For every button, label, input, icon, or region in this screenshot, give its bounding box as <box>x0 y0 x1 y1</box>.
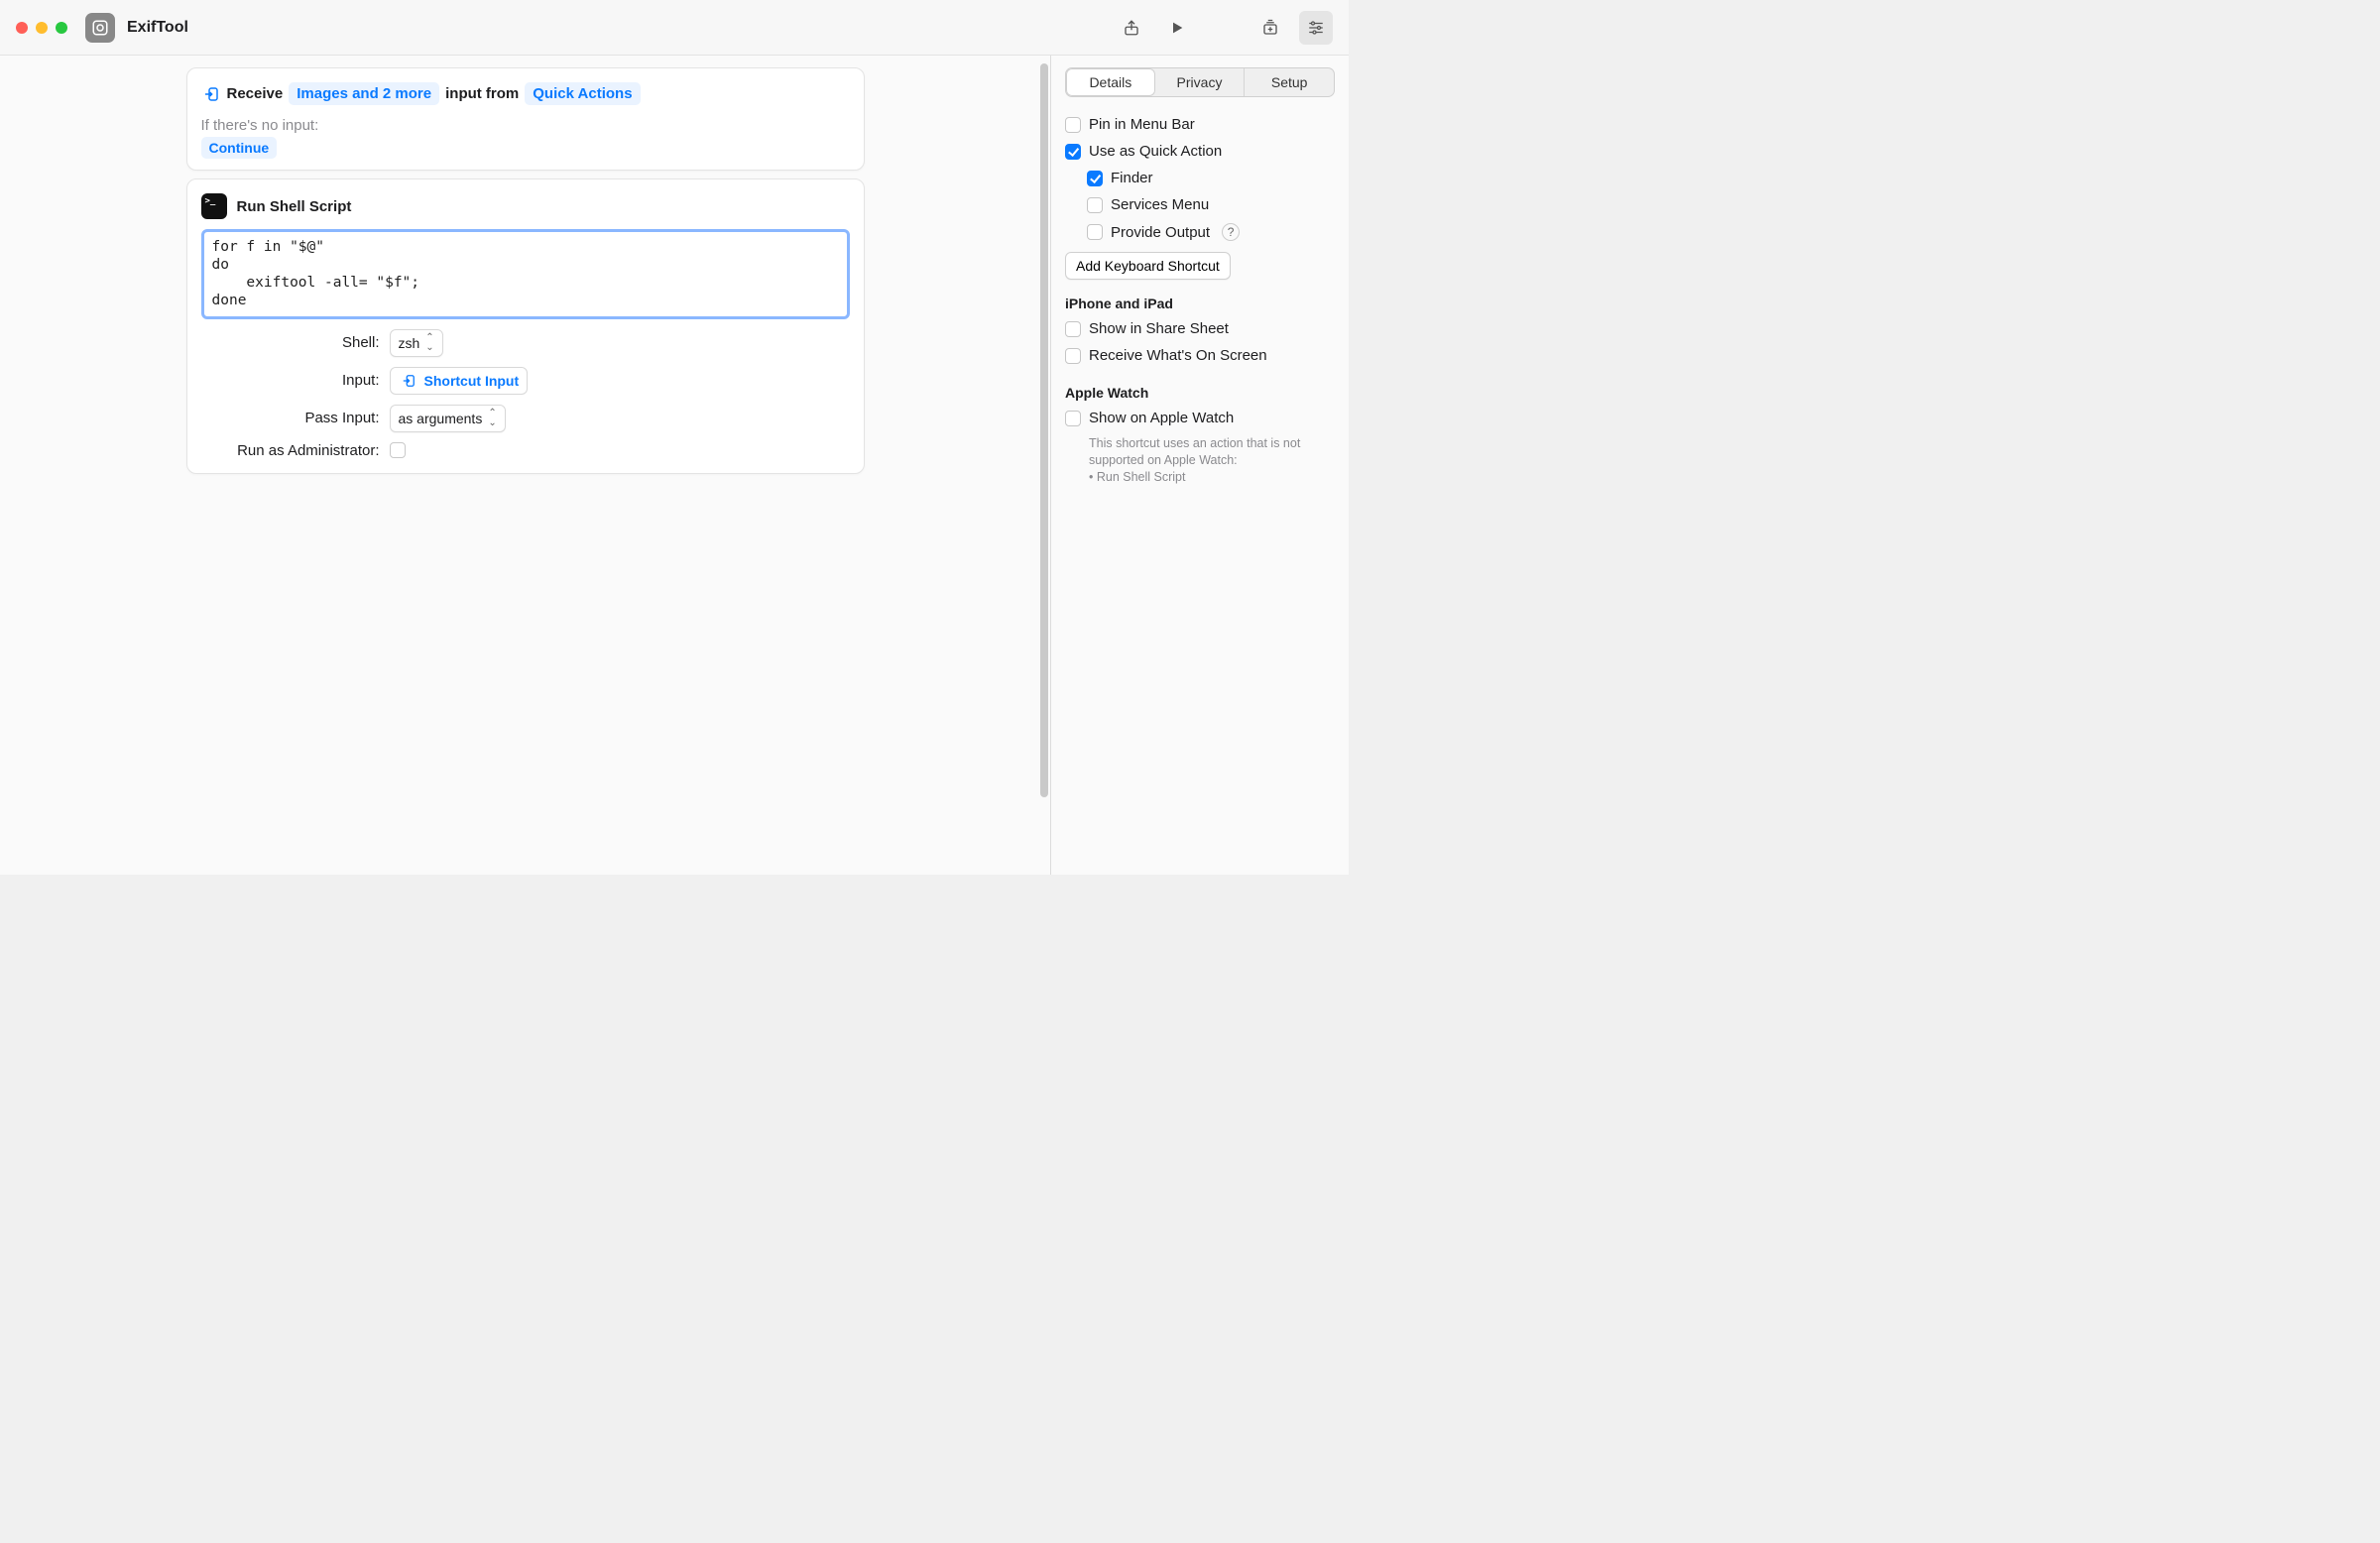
provide-output-checkbox[interactable] <box>1087 224 1103 240</box>
share-sheet-checkbox[interactable] <box>1065 321 1081 337</box>
section-iphone-ipad: iPhone and iPad <box>1065 296 1335 311</box>
watch-checkbox[interactable] <box>1065 411 1081 426</box>
help-icon[interactable]: ? <box>1222 223 1240 241</box>
input-label: Input: <box>201 372 380 389</box>
window-toolbar: ExifTool <box>0 0 1349 56</box>
no-input-action-token[interactable]: Continue <box>201 137 278 159</box>
watch-unsupported-note: This shortcut uses an action that is not… <box>1065 435 1335 486</box>
section-apple-watch: Apple Watch <box>1065 385 1335 401</box>
pin-menubar-checkbox[interactable] <box>1065 117 1081 133</box>
input-icon <box>399 371 418 391</box>
onscreen-label: Receive What's On Screen <box>1089 347 1267 364</box>
admin-label: Run as Administrator: <box>201 442 380 459</box>
services-label: Services Menu <box>1111 196 1209 213</box>
traffic-lights <box>16 22 67 34</box>
inspector-toggle-button[interactable] <box>1299 11 1333 45</box>
close-window-button[interactable] <box>16 22 28 34</box>
input-variable-token[interactable]: Shortcut Input <box>390 367 529 395</box>
minimize-window-button[interactable] <box>36 22 48 34</box>
pin-menubar-label: Pin in Menu Bar <box>1089 116 1195 133</box>
finder-label: Finder <box>1111 170 1153 186</box>
receive-source-token[interactable]: Quick Actions <box>525 82 640 105</box>
finder-checkbox[interactable] <box>1087 171 1103 186</box>
chevron-updown-icon: ⌃⌄ <box>488 409 496 428</box>
receive-input-card[interactable]: Receive Images and 2 more input from Qui… <box>186 67 865 171</box>
canvas-scrollbar[interactable] <box>1040 63 1048 797</box>
share-sheet-label: Show in Share Sheet <box>1089 320 1229 337</box>
window-title: ExifTool <box>127 19 188 37</box>
share-button[interactable] <box>1115 11 1148 45</box>
admin-checkbox[interactable] <box>390 442 406 458</box>
onscreen-checkbox[interactable] <box>1065 348 1081 364</box>
tab-privacy[interactable]: Privacy <box>1155 68 1245 96</box>
watch-label: Show on Apple Watch <box>1089 410 1234 426</box>
inspector-tabs: Details Privacy Setup <box>1065 67 1335 97</box>
input-value: Shortcut Input <box>424 373 520 389</box>
workflow-canvas[interactable]: Receive Images and 2 more input from Qui… <box>0 56 1051 875</box>
input-icon <box>201 84 221 104</box>
action-title: Run Shell Script <box>237 198 352 215</box>
run-shell-script-card[interactable]: Run Shell Script for f in "$@" do exifto… <box>186 178 865 474</box>
tab-details[interactable]: Details <box>1066 68 1155 96</box>
inspector-panel: Details Privacy Setup Pin in Menu Bar Us… <box>1051 56 1349 875</box>
shell-select[interactable]: zsh ⌃⌄ <box>390 329 443 357</box>
library-button[interactable] <box>1253 11 1287 45</box>
terminal-icon <box>201 193 227 219</box>
run-button[interactable] <box>1160 11 1194 45</box>
script-textarea[interactable]: for f in "$@" do exiftool -all= "$f"; do… <box>201 229 850 319</box>
shell-value: zsh <box>399 335 420 351</box>
zoom-window-button[interactable] <box>56 22 67 34</box>
add-keyboard-shortcut-button[interactable]: Add Keyboard Shortcut <box>1065 252 1231 280</box>
quick-action-checkbox[interactable] <box>1065 144 1081 160</box>
services-checkbox[interactable] <box>1087 197 1103 213</box>
pass-input-label: Pass Input: <box>201 410 380 426</box>
shortcut-icon <box>85 13 115 43</box>
input-from-label: input from <box>445 85 519 102</box>
no-input-label: If there's no input: <box>201 113 850 140</box>
pass-input-value: as arguments <box>399 411 483 426</box>
provide-output-label: Provide Output <box>1111 224 1210 241</box>
receive-types-token[interactable]: Images and 2 more <box>289 82 439 105</box>
receive-label: Receive <box>227 85 284 102</box>
chevron-updown-icon: ⌃⌄ <box>425 333 433 353</box>
tab-setup[interactable]: Setup <box>1245 68 1334 96</box>
pass-input-select[interactable]: as arguments ⌃⌄ <box>390 405 506 432</box>
quick-action-label: Use as Quick Action <box>1089 143 1222 160</box>
shell-label: Shell: <box>201 334 380 351</box>
